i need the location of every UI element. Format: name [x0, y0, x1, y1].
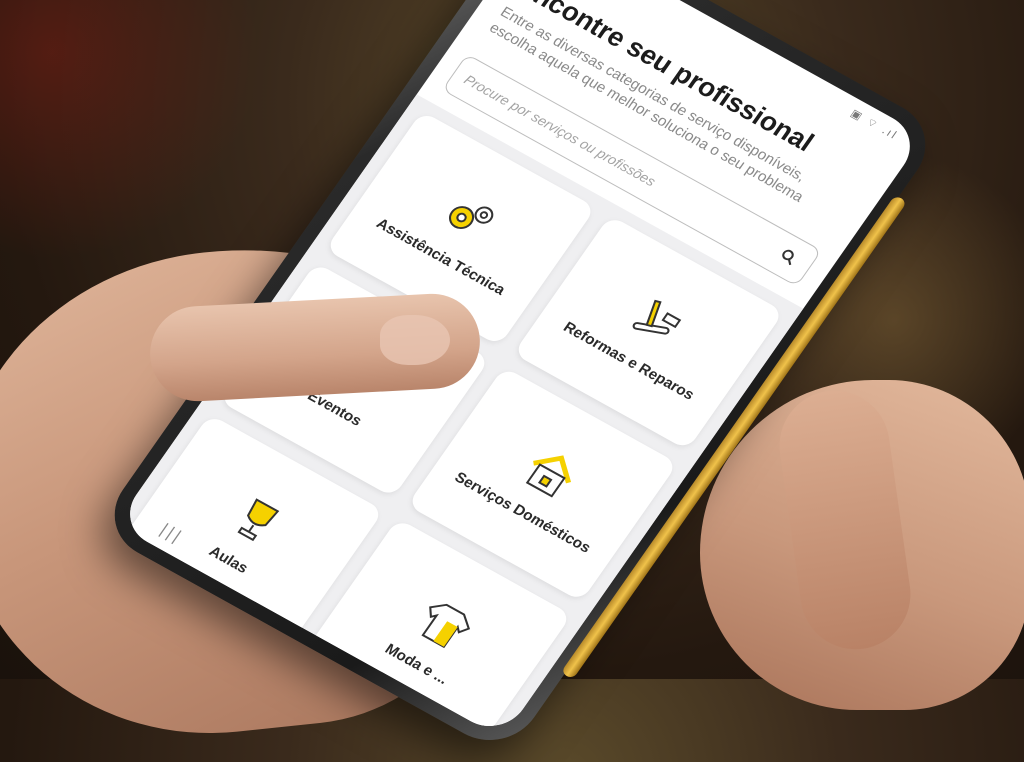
- gears-icon: [448, 205, 493, 229]
- thumb-nail: [380, 315, 450, 365]
- shirt-icon: [420, 603, 470, 648]
- page-title: Encontre seu profissional: [512, 0, 820, 158]
- tools-icon: [632, 299, 681, 335]
- house-icon: [525, 455, 571, 498]
- trophy-icon: [237, 498, 279, 541]
- background-blur: [0, 0, 260, 260]
- category-label: Aulas: [205, 543, 252, 577]
